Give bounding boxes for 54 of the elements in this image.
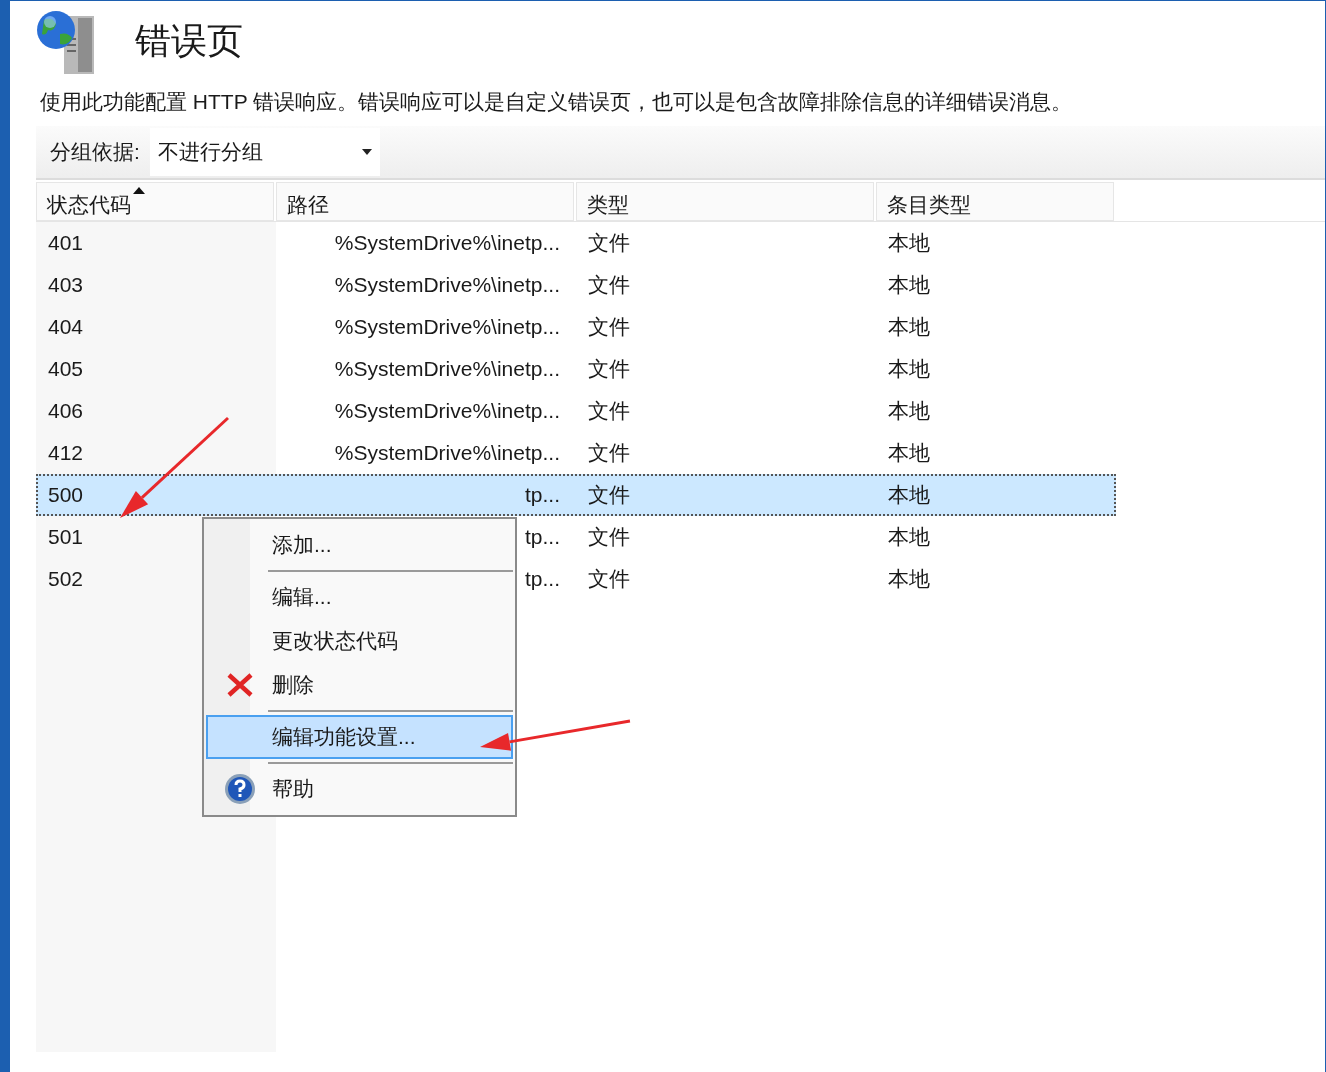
- table-cell: 文件: [588, 273, 630, 297]
- table-cell-text: 501: [47, 524, 85, 551]
- table-cell: 本地: [888, 441, 930, 465]
- table-cell-text: 500: [47, 482, 85, 509]
- table-cell: 本地: [888, 399, 930, 423]
- table-cell: 文件: [588, 357, 630, 381]
- help-icon: [224, 773, 256, 805]
- table-cell-text: 502: [47, 566, 85, 593]
- table-cell-text: 406: [47, 398, 85, 425]
- table-cell-text: 403: [47, 272, 85, 299]
- table-cell: 本地: [888, 567, 930, 591]
- group-by-dropdown[interactable]: 不进行分组: [149, 128, 380, 176]
- page-description: 使用此功能配置 HTTP 错误响应。错误响应可以是自定义错误页，也可以是包含故障排除信息的详细错误消息。: [40, 91, 1074, 112]
- table-cell: 本地: [888, 315, 930, 339]
- table-cell: 文件: [588, 441, 630, 465]
- table-cell-text: tp...: [524, 482, 560, 509]
- table-cell: 本地: [888, 273, 930, 297]
- table-cell-text: %SystemDrive%\inetp...: [334, 398, 560, 425]
- table-cell: 文件: [588, 231, 630, 255]
- column-header[interactable]: 条目类型: [876, 182, 1114, 221]
- menu-item[interactable]: 编辑功能设置...: [206, 715, 513, 759]
- table-cell: 本地: [888, 231, 930, 255]
- menu-item[interactable]: 添加...: [206, 523, 513, 567]
- menu-item[interactable]: 删除: [206, 663, 513, 707]
- table-cell-text: 412: [47, 440, 85, 467]
- dropdown-caret-icon: [361, 149, 372, 155]
- column-header[interactable]: 类型: [576, 182, 874, 221]
- menu-item[interactable]: 帮助: [206, 767, 513, 811]
- table-cell: 本地: [888, 525, 930, 549]
- table-cell-text: tp...: [524, 566, 560, 593]
- table-cell-text: 404: [47, 314, 85, 341]
- page-title: 错误页: [135, 23, 243, 59]
- table-cell-text: %SystemDrive%\inetp...: [334, 356, 560, 383]
- table-cell: 文件: [588, 483, 630, 507]
- table-cell: 文件: [588, 399, 630, 423]
- column-header[interactable]: 状态代码: [36, 182, 274, 221]
- menu-item[interactable]: 更改状态代码: [206, 619, 513, 663]
- selected-row[interactable]: 500 tp... 文件 本地: [36, 474, 1116, 516]
- close-x-icon: [226, 671, 254, 699]
- group-by-label: 分组依据:: [50, 139, 140, 166]
- table-cell: 文件: [588, 315, 630, 339]
- table-cell: 文件: [588, 567, 630, 591]
- menu-item[interactable]: 编辑...: [206, 575, 513, 619]
- table-cell-text: %SystemDrive%\inetp...: [334, 440, 560, 467]
- table-cell: 文件: [588, 525, 630, 549]
- table-cell-text: %SystemDrive%\inetp...: [334, 272, 560, 299]
- table-cell: 本地: [888, 483, 930, 507]
- table-cell: 本地: [888, 357, 930, 381]
- table-cell-text: %SystemDrive%\inetp...: [334, 314, 560, 341]
- table-cell-text: tp...: [524, 524, 560, 551]
- table-cell-text: %SystemDrive%\inetp...: [334, 230, 560, 257]
- table-cell-text: 401: [47, 230, 85, 257]
- column-header[interactable]: 路径: [276, 182, 574, 221]
- table-cell-text: 405: [47, 356, 85, 383]
